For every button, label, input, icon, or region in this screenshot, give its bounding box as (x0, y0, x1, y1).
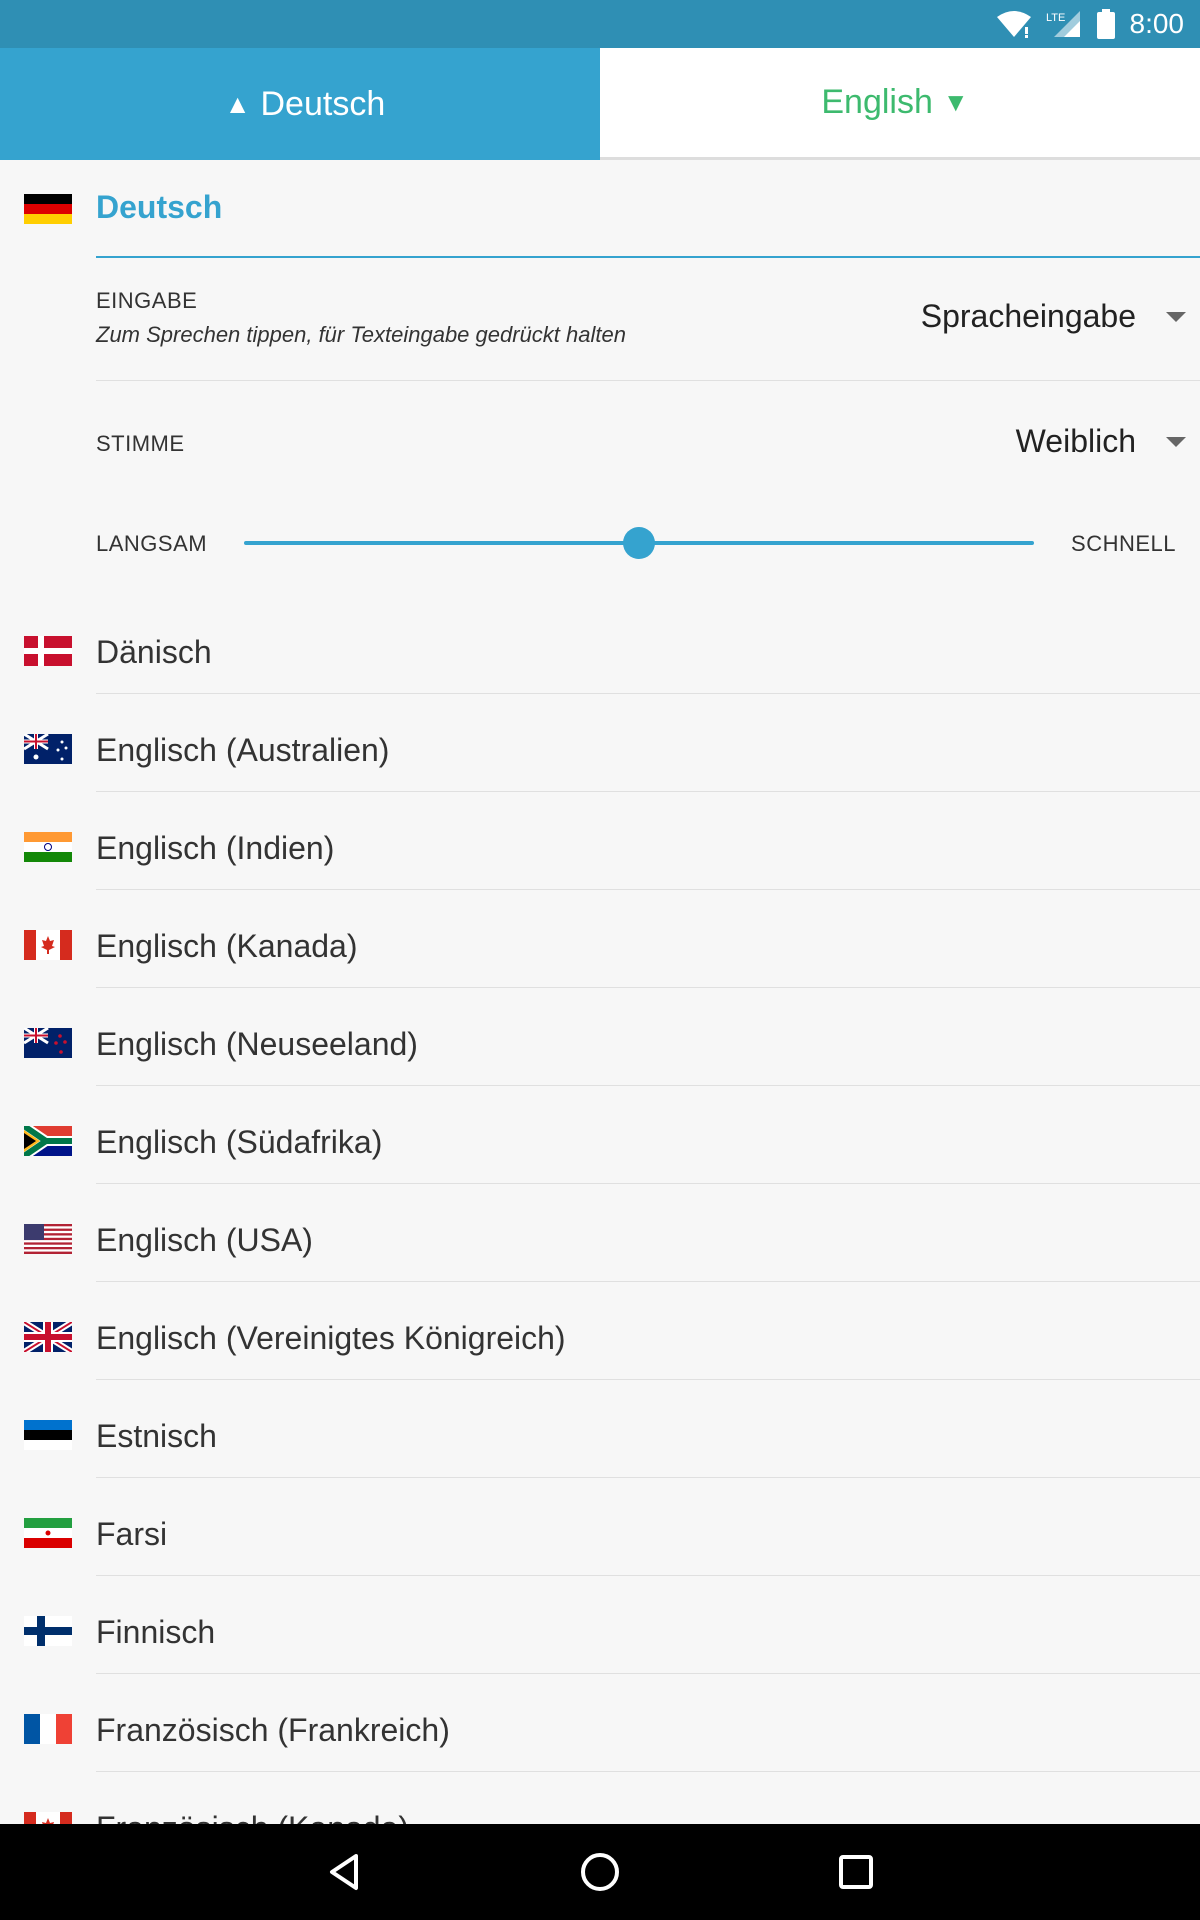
status-icons: LTE 8:00 (996, 0, 1185, 48)
flag-south-africa-icon (24, 1126, 72, 1156)
language-name: Englisch (Südafrika) (96, 1124, 383, 1160)
language-name: Französisch (Frankreich) (96, 1712, 450, 1748)
speed-slider-thumb[interactable] (623, 527, 655, 559)
flag-denmark-icon (24, 636, 72, 666)
language-list-item[interactable]: Farsi (0, 1478, 1200, 1576)
voice-label: STIMME (96, 431, 185, 456)
triangle-up-icon: ▲ (224, 88, 251, 119)
language-list: Dänisch Englisch (Australien) Englisch (In… (0, 596, 1200, 1824)
language-list-item[interactable]: Englisch (Südafrika) (0, 1086, 1200, 1184)
language-name: Englisch (Neuseeland) (96, 1026, 418, 1062)
flag-usa-icon (24, 1224, 72, 1254)
language-list-item[interactable]: Französisch (Kanada) (0, 1772, 1200, 1824)
source-language-tab[interactable]: ▲ Deutsch (0, 48, 600, 160)
language-list-item[interactable]: Französisch (Frankreich) (0, 1674, 1200, 1772)
target-language-label: English (821, 83, 933, 121)
home-icon[interactable] (576, 1848, 624, 1896)
flag-canada-icon (24, 1812, 72, 1824)
selected-language-name: Deutsch (96, 189, 223, 225)
flag-finland-icon (24, 1616, 72, 1646)
language-tab-bar: ▲ Deutsch English ▼ (0, 48, 1200, 160)
flag-uk-icon (24, 1322, 72, 1352)
target-language-tab[interactable]: English ▼ (600, 48, 1200, 160)
input-label: EINGABE (96, 288, 198, 313)
language-name: Dänisch (96, 634, 212, 670)
triangle-down-icon: ▼ (942, 87, 969, 117)
flag-new-zealand-icon (24, 1028, 72, 1058)
network-type: LTE (1046, 12, 1065, 24)
speed-slow-label: LANGSAM (96, 531, 208, 556)
flag-germany-icon (24, 194, 72, 224)
language-list-item[interactable]: Englisch (Neuseeland) (0, 988, 1200, 1086)
input-setting-row: EINGABE Zum Sprechen tippen, für Textein… (96, 258, 1200, 381)
flag-canada-icon (24, 930, 72, 960)
language-list-item[interactable]: Englisch (Kanada) (0, 890, 1200, 988)
voice-value: Weiblich (1015, 423, 1136, 459)
status-bar: LTE 8:00 (0, 0, 1200, 48)
dropdown-arrow-icon (1166, 311, 1186, 322)
input-mode-value: Spracheingabe (920, 298, 1136, 334)
source-language-label: Deutsch (260, 84, 386, 123)
navigation-bar (0, 1824, 1200, 1920)
language-list-item[interactable]: Englisch (USA) (0, 1184, 1200, 1282)
speed-setting-row: LANGSAM SCHNELL (96, 505, 1200, 585)
flag-france-icon (24, 1714, 72, 1744)
input-mode-dropdown[interactable]: Spracheingabe (921, 298, 1186, 335)
language-name: Französisch (Kanada) (96, 1810, 409, 1824)
language-list-item[interactable]: Finnisch (0, 1576, 1200, 1674)
language-list-item[interactable]: Estnisch (0, 1380, 1200, 1478)
cell-signal-icon: LTE (1046, 11, 1080, 37)
language-name: Englisch (Indien) (96, 830, 335, 866)
language-name: Englisch (Australien) (96, 732, 390, 768)
recents-icon[interactable] (832, 1848, 880, 1896)
selected-language-row[interactable]: Deutsch (0, 160, 1200, 258)
language-list-item[interactable]: Englisch (Vereinigtes Königreich) (0, 1282, 1200, 1380)
wifi-icon (996, 11, 1031, 38)
dropdown-arrow-icon (1166, 436, 1186, 447)
voice-dropdown[interactable]: Weiblich (1016, 423, 1186, 460)
language-list-item[interactable]: Dänisch (0, 596, 1200, 694)
language-name: Estnisch (96, 1418, 217, 1454)
language-list-item[interactable]: Englisch (Australien) (0, 694, 1200, 792)
clock: 8:00 (1129, 8, 1185, 39)
voice-setting-row: STIMME Weiblich (96, 381, 1200, 505)
flag-australia-icon (24, 734, 72, 764)
input-hint: Zum Sprechen tippen, für Texteingabe ged… (96, 322, 626, 347)
language-list-item[interactable]: Englisch (Indien) (0, 792, 1200, 890)
flag-india-icon (24, 832, 72, 862)
battery-icon (1096, 9, 1115, 39)
back-icon[interactable] (320, 1848, 368, 1896)
language-name: Englisch (Kanada) (96, 928, 358, 964)
language-name: Finnisch (96, 1614, 216, 1650)
language-name: Englisch (USA) (96, 1222, 313, 1258)
flag-estonia-icon (24, 1420, 72, 1450)
speed-fast-label: SCHNELL (1071, 531, 1176, 556)
language-name: Farsi (96, 1516, 168, 1552)
flag-iran-icon (24, 1518, 72, 1548)
language-name: Englisch (Vereinigtes Königreich) (96, 1320, 566, 1356)
